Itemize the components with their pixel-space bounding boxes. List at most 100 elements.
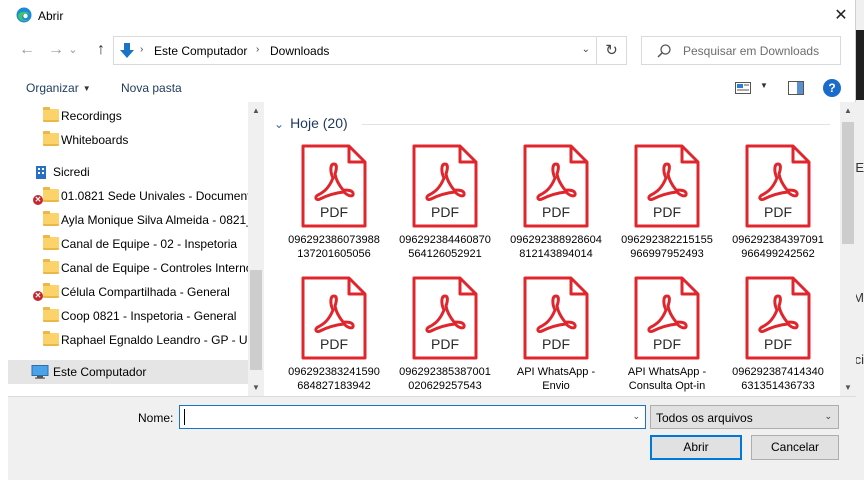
address-bar[interactable]: › Este Computador › Downloads ⌄ ↻ — [113, 36, 627, 65]
file-view-scrollbar[interactable]: ▲ ▼ — [840, 102, 856, 396]
search-input[interactable]: Pesquisar em Downloads — [683, 44, 819, 58]
sidebar-item-canal-controles[interactable]: Canal de Equipe - Controles Internos — [8, 256, 248, 280]
pdf-file-icon: PDF — [412, 144, 478, 228]
scroll-down-icon[interactable]: ▼ — [840, 383, 856, 392]
caret-down-icon: ▼ — [82, 84, 91, 93]
file-item[interactable]: PDF API WhatsApp - Consulta Opt-in — [617, 274, 717, 396]
new-folder-button[interactable]: Nova pasta — [121, 81, 182, 95]
preview-pane-icon[interactable] — [788, 81, 804, 95]
text-caret — [184, 409, 185, 425]
scroll-down-icon[interactable]: ▼ — [248, 383, 264, 392]
navigation-pane-scrollbar[interactable]: ▲ ▼ — [248, 102, 264, 396]
pdf-file-icon: PDF — [745, 144, 811, 228]
background-text: ci — [854, 352, 864, 367]
sidebar-item-sicredi[interactable]: Sicredi — [8, 160, 248, 184]
sidebar-item-este-computador[interactable]: Este Computador — [8, 360, 248, 384]
help-button[interactable]: ? — [823, 79, 841, 97]
sidebar-item-whiteboards[interactable]: Whiteboards — [8, 128, 248, 152]
sidebar-item-label: Este Computador — [53, 365, 147, 379]
sidebar-item-label: Raphael Egnaldo Leandro - GP - Un — [61, 333, 248, 347]
file-name-line: 564126052921 — [408, 248, 482, 260]
close-button[interactable]: ✕ — [828, 3, 854, 29]
sidebar-item-coop-inspetoria[interactable]: Coop 0821 - Inspetoria - General — [8, 304, 248, 328]
sidebar-item-label: Whiteboards — [61, 133, 129, 147]
close-icon: ✕ — [834, 7, 848, 24]
sidebar-item-label: Sicredi — [53, 165, 90, 179]
search-box[interactable]: Pesquisar em Downloads — [641, 36, 841, 65]
file-item[interactable]: PDF 096292384397091 966499242562 — [728, 142, 828, 267]
pdf-label: PDF — [431, 336, 459, 352]
breadcrumb-este-computador[interactable]: Este Computador — [154, 44, 247, 58]
group-header-today[interactable]: ⌄ Hoje (20) — [274, 115, 348, 131]
file-name-line: 096292384460870 — [399, 234, 491, 246]
sidebar-item-celula-compartilhada[interactable]: ✕ Célula Compartilhada - General — [8, 280, 248, 304]
file-item[interactable]: PDF 096292386073988 137201605056 — [284, 142, 384, 267]
file-item[interactable]: PDF 096292385387001 020629257543 — [395, 274, 495, 396]
chevron-down-icon[interactable]: ⌄ — [632, 411, 640, 422]
folder-icon — [43, 283, 59, 298]
navigation-bar: ← → ⌄ ↑ › Este Computador › Downloads ⌄ … — [0, 36, 856, 66]
file-name-line: 684827183942 — [297, 380, 371, 392]
view-options-caret-icon[interactable]: ▼ — [760, 81, 768, 90]
search-icon — [657, 44, 671, 58]
folder-icon — [43, 211, 59, 226]
file-name: 096292383241590 684827183942 — [284, 365, 384, 393]
file-name: API WhatsApp - Envio — [506, 365, 606, 393]
sidebar-item-sede-univales[interactable]: ✕ 01.0821 Sede Univales - Documentos — [8, 184, 248, 208]
file-item[interactable]: PDF 096292387414340 631351436733 — [728, 274, 828, 396]
building-icon — [36, 166, 46, 179]
file-name-line: 966997952493 — [630, 248, 704, 260]
file-name: 096292384460870 564126052921 — [395, 233, 495, 261]
breadcrumb-separator: › — [256, 44, 260, 55]
organize-menu[interactable]: Organizar ▼ — [26, 81, 91, 95]
file-name: 096292386073988 137201605056 — [284, 233, 384, 261]
breadcrumb-separator: › — [140, 44, 144, 55]
refresh-button[interactable]: ↻ — [596, 37, 626, 64]
address-dropdown-icon[interactable]: ⌄ — [582, 44, 590, 55]
scroll-up-icon[interactable]: ▲ — [248, 106, 264, 115]
pdf-label: PDF — [320, 336, 348, 352]
file-type-select[interactable]: Todos os arquivos ⌄ — [650, 405, 839, 429]
sidebar-item-canal-inspetoria[interactable]: Canal de Equipe - 02 - Inspetoria — [8, 232, 248, 256]
file-name: 096292385387001 020629257543 — [395, 365, 495, 393]
sidebar-item-ayla-monique[interactable]: Ayla Monique Silva Almeida - 0821_ — [8, 208, 248, 232]
sync-error-icon: ✕ — [33, 195, 43, 205]
up-button[interactable]: ↑ — [90, 39, 112, 61]
folder-icon — [43, 259, 59, 274]
change-view-icon[interactable] — [735, 82, 751, 94]
sidebar-item-label: Ayla Monique Silva Almeida - 0821_ — [61, 213, 248, 227]
file-name: 096292388928604 812143894014 — [506, 233, 606, 261]
pdf-file-icon: PDF — [523, 276, 589, 360]
pdf-label: PDF — [320, 204, 348, 220]
pdf-label: PDF — [653, 336, 681, 352]
recent-locations-button[interactable]: ⌄ — [66, 39, 80, 61]
file-name: 096292384397091 966499242562 — [728, 233, 828, 261]
file-item[interactable]: PDF 096292388928604 812143894014 — [506, 142, 606, 267]
file-item[interactable]: PDF API WhatsApp - Envio — [506, 274, 606, 396]
file-item[interactable]: PDF 096292384460870 564126052921 — [395, 142, 495, 267]
back-button[interactable]: ← — [16, 39, 38, 61]
pdf-file-icon: PDF — [301, 276, 367, 360]
forward-button[interactable]: → — [45, 39, 67, 61]
file-name-line: 096292388928604 — [510, 234, 602, 246]
sidebar-item-recordings[interactable]: Recordings — [8, 104, 248, 128]
filename-input[interactable]: ⌄ — [179, 405, 646, 429]
file-name-line: Envio — [542, 380, 570, 392]
file-item[interactable]: PDF 096292382215155 966997952493 — [617, 142, 717, 267]
file-name-line: 137201605056 — [297, 248, 371, 260]
scroll-up-icon[interactable]: ▲ — [840, 106, 856, 115]
file-name: API WhatsApp - Consulta Opt-in — [617, 365, 717, 393]
file-name-line: 096292384397091 — [732, 234, 824, 246]
scrollbar-thumb[interactable] — [842, 122, 854, 244]
help-icon: ? — [828, 81, 836, 95]
open-button[interactable]: Abrir — [650, 435, 742, 460]
pdf-label: PDF — [764, 204, 792, 220]
scrollbar-thumb[interactable] — [250, 270, 262, 370]
sidebar-item-raphael-egnaldo[interactable]: Raphael Egnaldo Leandro - GP - Un — [8, 328, 248, 352]
file-name-line: 812143894014 — [519, 248, 593, 260]
breadcrumb-downloads[interactable]: Downloads — [270, 44, 329, 58]
pdf-file-icon: PDF — [412, 276, 478, 360]
sidebar-item-label: Canal de Equipe - 02 - Inspetoria — [61, 237, 238, 251]
file-item[interactable]: PDF 096292383241590 684827183942 — [284, 274, 384, 396]
cancel-button[interactable]: Cancelar — [751, 435, 839, 460]
